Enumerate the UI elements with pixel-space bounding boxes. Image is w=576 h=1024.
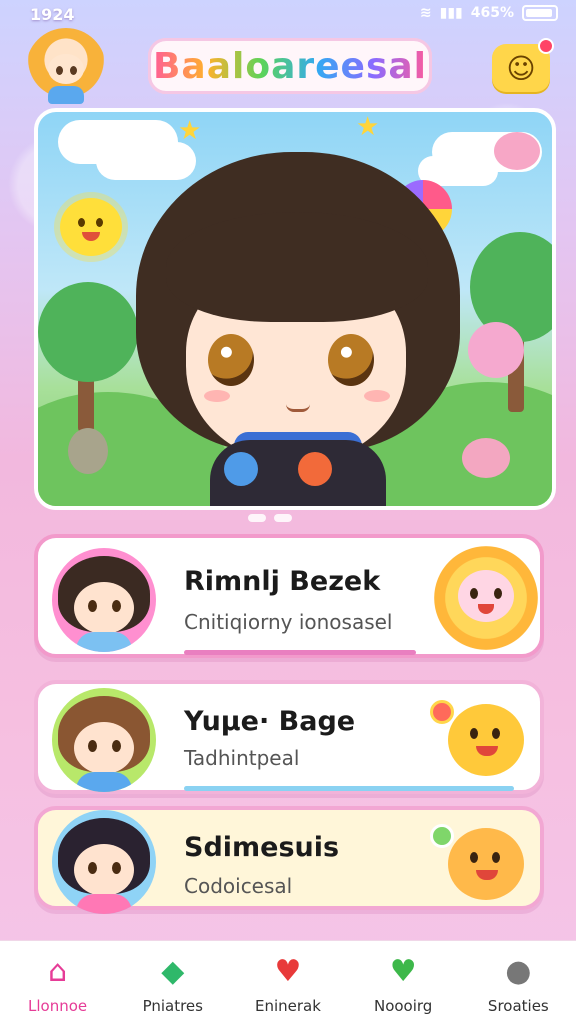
card-mascot bbox=[448, 704, 524, 776]
list-card[interactable]: Yuµe· Bage Tadhintpeal bbox=[34, 680, 544, 794]
card-avatar bbox=[52, 810, 156, 914]
card-mascot bbox=[448, 828, 524, 900]
card-title: Sdimesuis bbox=[184, 832, 340, 863]
badge-icon bbox=[430, 824, 454, 848]
list-card[interactable]: Rimnlj Bezek Cnitiqiorny ionosasel bbox=[34, 534, 544, 658]
nav-label: Sroaties bbox=[487, 997, 549, 1015]
card-subtitle: Codoicesal bbox=[184, 874, 293, 898]
carousel-dot[interactable] bbox=[274, 514, 292, 522]
smiley-icon: ☺ bbox=[506, 51, 536, 85]
avatar-eye bbox=[112, 600, 121, 612]
status-icons: ≋ ▮▮▮ 465% bbox=[420, 5, 558, 21]
avatar-shirt bbox=[76, 894, 132, 914]
card-avatar bbox=[52, 548, 156, 652]
avatar-eye bbox=[56, 66, 63, 75]
signal-icon: ▮▮▮ bbox=[439, 5, 463, 21]
mascot-mouth bbox=[476, 746, 498, 756]
notification-button[interactable]: ☺ bbox=[492, 38, 554, 92]
character-hand-item bbox=[224, 452, 258, 486]
card-subtitle: Tadhintpeal bbox=[184, 746, 300, 770]
profile-avatar[interactable] bbox=[26, 28, 106, 108]
sun-mascot bbox=[60, 198, 122, 256]
avatar-shirt bbox=[48, 86, 84, 104]
mascot-eye bbox=[470, 728, 478, 739]
nav-label: Llonnoe bbox=[28, 997, 88, 1015]
mascot-eye bbox=[492, 728, 500, 739]
card-progress-bar bbox=[184, 650, 416, 655]
character-blush bbox=[364, 390, 390, 402]
app-logo-title: Baaloareesal bbox=[148, 38, 432, 94]
sun-eye bbox=[96, 218, 103, 227]
avatar-eye bbox=[88, 862, 97, 874]
character-eye bbox=[208, 334, 254, 386]
mascot-face bbox=[458, 570, 514, 622]
nav-label: Eninerak bbox=[255, 997, 321, 1015]
mascot-mouth bbox=[476, 870, 498, 880]
avatar-shirt bbox=[76, 632, 132, 652]
avatar-face bbox=[48, 54, 84, 84]
avatar-eye bbox=[112, 740, 121, 752]
avatar-face bbox=[74, 844, 134, 896]
home-icon: ⌂ bbox=[48, 953, 68, 989]
character-hand-item bbox=[298, 452, 332, 486]
sun-eye bbox=[78, 218, 85, 227]
card-mascot bbox=[434, 546, 538, 650]
nav-item-5[interactable]: ● Sroaties bbox=[466, 951, 570, 1016]
status-bar: 1924 ≋ ▮▮▮ 465% bbox=[0, 0, 576, 30]
nav-item-4[interactable]: ♥ Noooirg bbox=[351, 951, 455, 1016]
avatar-eye bbox=[112, 862, 121, 874]
avatar-face bbox=[74, 582, 134, 634]
card-title: Rimnlj Bezek bbox=[184, 566, 381, 597]
hero-banner[interactable]: ★ ★ ★ ★ bbox=[34, 108, 556, 510]
card-avatar bbox=[52, 688, 156, 792]
nav-item-2[interactable]: ◆ Pniatres bbox=[121, 951, 225, 1016]
avatar-shirt bbox=[76, 772, 132, 792]
badge-icon bbox=[430, 700, 454, 724]
mascot-eye bbox=[494, 588, 502, 599]
carousel-dot[interactable] bbox=[248, 514, 266, 522]
card-progress-bar bbox=[184, 786, 514, 791]
battery-percent: 465% bbox=[470, 5, 514, 21]
heart-icon: ♥ bbox=[274, 953, 302, 989]
leaf-icon: ◆ bbox=[161, 953, 185, 989]
app-header: Baaloareesal ☺ bbox=[0, 28, 576, 108]
battery-icon bbox=[522, 5, 558, 21]
notification-dot bbox=[538, 38, 554, 54]
pig-character bbox=[494, 132, 540, 170]
star-icon: ★ bbox=[178, 116, 202, 146]
heart-check-icon: ♥ bbox=[389, 953, 417, 989]
mascot-eye bbox=[470, 588, 478, 599]
card-subtitle: Cnitiqiorny ionosasel bbox=[184, 610, 393, 634]
carousel-indicator[interactable] bbox=[248, 514, 292, 522]
rabbit-character bbox=[68, 428, 108, 474]
cat-character bbox=[462, 438, 510, 478]
avatar-eye bbox=[88, 740, 97, 752]
character-blush bbox=[204, 390, 230, 402]
avatar-face bbox=[74, 722, 134, 774]
sun-mouth bbox=[82, 232, 100, 241]
bunny-character bbox=[468, 322, 524, 378]
character-eye bbox=[328, 334, 374, 386]
character-bangs bbox=[166, 212, 428, 322]
bottom-nav: ⌂ Llonnoe ◆ Pniatres ♥ Eninerak ♥ Noooir… bbox=[0, 940, 576, 1024]
avatar-eye bbox=[88, 600, 97, 612]
nav-label: Pniatres bbox=[142, 997, 203, 1015]
mascot-eye bbox=[492, 852, 500, 863]
mascot-eye bbox=[470, 852, 478, 863]
avatar-eye bbox=[70, 66, 77, 75]
tree bbox=[38, 282, 138, 382]
cloud bbox=[96, 142, 196, 180]
nav-label: Noooirg bbox=[373, 997, 433, 1015]
status-time: 1924 bbox=[30, 5, 75, 24]
nav-item-3[interactable]: ♥ Eninerak bbox=[236, 951, 340, 1016]
star-icon: ★ bbox=[356, 112, 380, 142]
wifi-icon: ≋ bbox=[419, 5, 432, 21]
card-title: Yuµe· Bage bbox=[184, 706, 356, 737]
user-icon: ● bbox=[505, 953, 532, 989]
list-card[interactable]: Sdimesuis Codoicesal bbox=[34, 806, 544, 914]
nav-item-home[interactable]: ⌂ Llonnoe bbox=[6, 951, 110, 1016]
